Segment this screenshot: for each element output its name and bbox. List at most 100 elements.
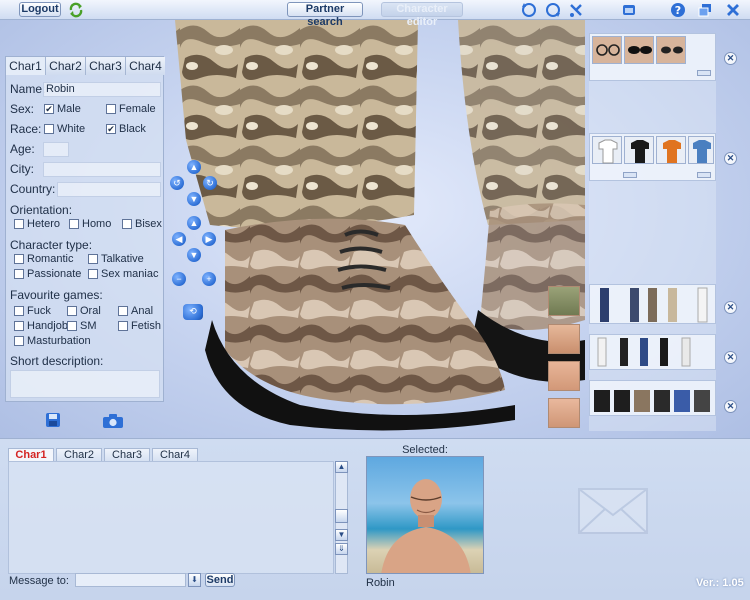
orientation-homo-checkbox[interactable]	[69, 219, 79, 229]
logout-button[interactable]: Logout	[19, 2, 61, 17]
profile-tab-char4[interactable]: Char4	[126, 57, 165, 75]
scroll-to-bottom-button[interactable]: ⇓	[335, 543, 348, 555]
type-romantic-checkbox[interactable]	[14, 254, 24, 264]
socks-thumb[interactable]	[620, 338, 628, 366]
remove-glasses-icon[interactable]: ✕	[724, 52, 737, 65]
sex-female-checkbox[interactable]	[106, 104, 116, 114]
remove-shoes-icon[interactable]: ✕	[724, 400, 737, 413]
game-masturbation-checkbox[interactable]	[14, 336, 24, 346]
message-to-input[interactable]	[75, 573, 186, 587]
shirt-thumb[interactable]	[624, 136, 654, 164]
partner-search-button[interactable]: Partner search	[287, 2, 363, 28]
game-oral-checkbox[interactable]	[67, 306, 77, 316]
game-anal-checkbox[interactable]	[118, 306, 128, 316]
game-fuck-checkbox[interactable]	[14, 306, 24, 316]
save-icon[interactable]	[44, 411, 62, 429]
chat-tab-char2[interactable]: Char2	[56, 448, 102, 461]
socks-thumb[interactable]	[640, 338, 648, 366]
pants-thumb[interactable]	[630, 288, 639, 322]
reset-camera-icon[interactable]: ⟲	[183, 304, 203, 320]
remove-pants-icon[interactable]: ✕	[724, 301, 737, 314]
socks-thumb[interactable]	[597, 337, 607, 367]
skin-thumb[interactable]	[548, 324, 580, 354]
pose-icon[interactable]	[568, 2, 584, 18]
profile-tab-char2[interactable]: Char2	[46, 57, 86, 75]
glasses-thumb[interactable]	[592, 36, 622, 64]
recipient-dropdown-button[interactable]: ⬇	[188, 573, 201, 587]
race-white-checkbox[interactable]	[44, 124, 54, 134]
chat-tab-char3[interactable]: Char3	[104, 448, 150, 461]
glasses-thumb[interactable]	[624, 36, 654, 64]
close-icon[interactable]	[725, 2, 741, 18]
camera-move-down-button[interactable]: ▼	[187, 248, 201, 262]
glasses-page-button[interactable]	[697, 70, 711, 76]
selected-character-portrait[interactable]	[366, 456, 484, 574]
game-fetish-checkbox[interactable]	[118, 321, 128, 331]
pants-thumb[interactable]	[600, 288, 609, 322]
city-field[interactable]	[43, 162, 161, 177]
game-sm-checkbox[interactable]	[67, 321, 77, 331]
window-icon[interactable]	[621, 2, 637, 18]
chat-message-log[interactable]	[8, 461, 334, 574]
shirt-thumb[interactable]	[688, 136, 714, 164]
camera-rotate-right-button[interactable]: ↻	[203, 176, 217, 190]
glasses-thumb[interactable]	[656, 36, 686, 64]
zoom-in-icon[interactable]: +	[202, 272, 216, 286]
shoes-thumb[interactable]	[654, 390, 670, 412]
profile-tab-char3[interactable]: Char3	[86, 57, 126, 75]
pants-thumb[interactable]	[697, 287, 708, 323]
character-editor-button[interactable]: Character editor	[381, 2, 463, 28]
shirt-thumb[interactable]	[656, 136, 686, 164]
scroll-up-button[interactable]: ▲	[335, 461, 348, 473]
orientation-hetero-checkbox[interactable]	[14, 219, 24, 229]
type-passionate-checkbox[interactable]	[14, 269, 24, 279]
camera-move-left-button[interactable]: ◀	[172, 232, 186, 246]
pants-thumb[interactable]	[668, 288, 677, 322]
camera-icon[interactable]	[102, 413, 124, 429]
send-button[interactable]: Send	[205, 573, 235, 587]
shoes-thumb[interactable]	[634, 390, 650, 412]
remove-socks-icon[interactable]: ✕	[724, 351, 737, 364]
help-icon[interactable]: ?	[670, 2, 686, 18]
camera-tilt-down-button[interactable]: ▼	[187, 192, 201, 206]
camera-move-up-button[interactable]: ▲	[187, 216, 201, 230]
refresh-icon[interactable]	[68, 2, 84, 18]
shirts-next-button[interactable]	[697, 172, 711, 178]
minimize-icon[interactable]	[697, 2, 713, 18]
skin-thumb[interactable]	[548, 398, 580, 428]
race-black-checkbox[interactable]: ✔	[106, 124, 116, 134]
type-talkative-checkbox[interactable]	[88, 254, 98, 264]
shoes-thumb[interactable]	[614, 390, 630, 412]
socks-thumb[interactable]	[660, 338, 668, 366]
camera-rotate-left-button[interactable]: ↺	[170, 176, 184, 190]
scroll-down-button[interactable]: ▼	[335, 529, 348, 541]
orientation-bisex-checkbox[interactable]	[122, 219, 132, 229]
camera-move-right-button[interactable]: ▶	[202, 232, 216, 246]
shoes-thumb[interactable]	[674, 390, 690, 412]
skin-thumb[interactable]	[548, 361, 580, 391]
profile-tab-char1[interactable]: Char1	[6, 57, 46, 75]
socks-thumb[interactable]	[681, 337, 691, 367]
game-handjob-checkbox[interactable]	[14, 321, 24, 331]
envelope-icon[interactable]	[577, 487, 649, 535]
remove-shirt-icon[interactable]: ✕	[724, 152, 737, 165]
sex-male-checkbox[interactable]: ✔	[44, 104, 54, 114]
camera-up-button[interactable]: ▲	[187, 160, 201, 174]
shirts-page-button[interactable]	[623, 172, 637, 178]
age-field[interactable]	[43, 142, 69, 157]
rotate-right-icon[interactable]	[545, 2, 561, 18]
scroll-thumb[interactable]	[335, 509, 348, 523]
shoes-thumb[interactable]	[594, 390, 610, 412]
country-field[interactable]	[57, 182, 161, 197]
skin-thumb[interactable]	[548, 286, 580, 316]
type-sex-maniac-checkbox[interactable]	[88, 269, 98, 279]
short-description-field[interactable]	[10, 370, 160, 398]
shoes-thumb[interactable]	[694, 390, 710, 412]
pants-thumb[interactable]	[648, 288, 657, 322]
chat-tab-char4[interactable]: Char4	[152, 448, 198, 461]
chat-tab-char1[interactable]: Char1	[8, 448, 54, 461]
name-field[interactable]: Robin	[43, 82, 161, 97]
zoom-out-icon[interactable]: −	[172, 272, 186, 286]
shirt-thumb[interactable]	[592, 136, 622, 164]
rotate-left-icon[interactable]	[521, 2, 537, 18]
